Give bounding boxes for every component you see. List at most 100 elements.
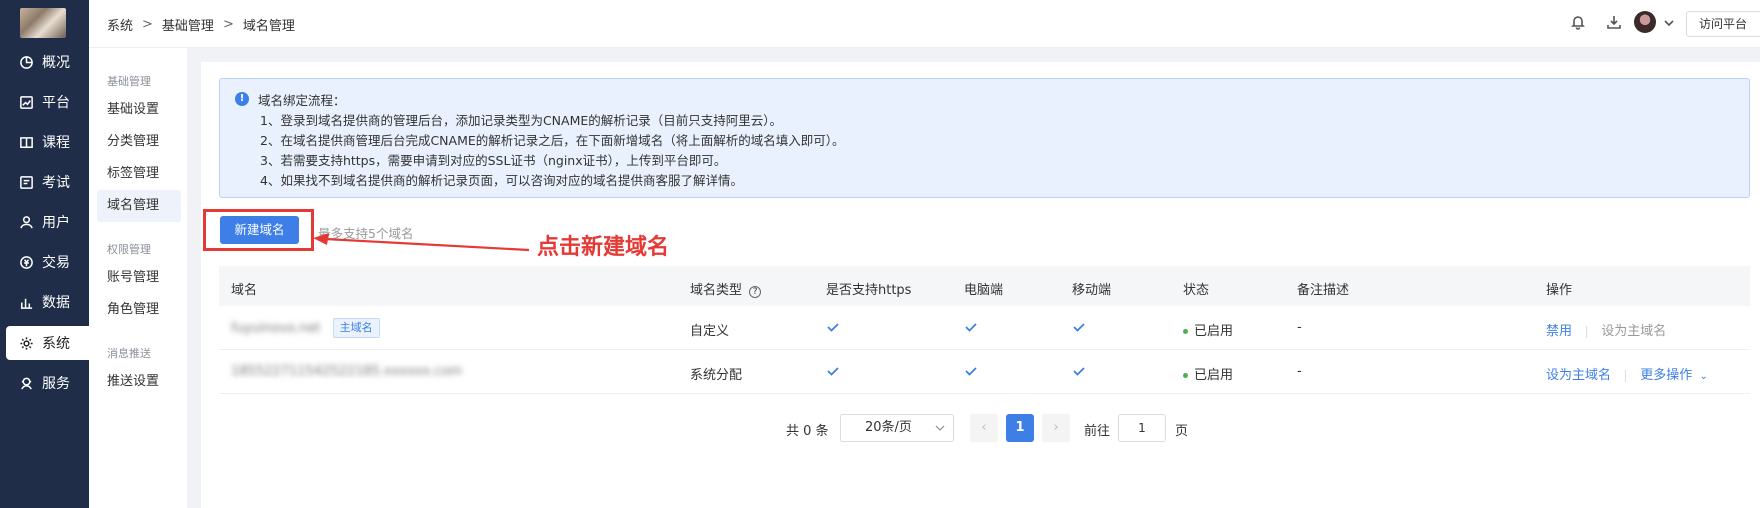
logo[interactable] — [20, 8, 66, 38]
sidebar-item-service[interactable]: 服务 — [0, 366, 89, 400]
goto-label: 前往 — [1084, 424, 1111, 439]
platform-icon — [18, 94, 34, 110]
set-primary-link[interactable]: 设为主域名 — [1546, 368, 1611, 383]
avatar[interactable] — [1634, 11, 1656, 33]
check-icon — [826, 320, 840, 338]
status-cell: 已启用 — [1183, 320, 1233, 339]
domain-type: 系统分配 — [690, 368, 743, 383]
domain-type: 自定义 — [690, 324, 730, 339]
sidebar-item-exam[interactable]: 考试 — [0, 165, 89, 199]
subnav-group-title: 权限管理 — [107, 243, 151, 256]
subnav-group-title: 消息推送 — [107, 347, 151, 360]
chevron-right-icon: > — [142, 17, 153, 32]
course-icon — [18, 134, 34, 150]
table-row: 185522711542522185.xxxxxx.com 系统分配 已启用 -… — [219, 350, 1750, 394]
table-header: 域名 域名类型 ? 是否支持https 电脑端 移动端 状态 备注描述 操作 — [219, 266, 1750, 306]
sidebar-item-label: 系统 — [42, 336, 70, 352]
status-text: 已启用 — [1194, 368, 1234, 383]
status-text: 已启用 — [1194, 324, 1234, 339]
goto-page-input[interactable]: 1 — [1118, 414, 1166, 442]
sidebar-item-label: 服务 — [42, 376, 70, 392]
exam-icon — [18, 174, 34, 190]
subnav-item-domain[interactable]: 域名管理 — [97, 190, 181, 222]
remark: - — [1297, 320, 1302, 335]
alert-line: 1、登录到域名提供商的管理后台，添加记录类型为CNAME的解析记录（目前只支持阿… — [260, 113, 783, 128]
sidebar-item-label: 课程 — [42, 135, 70, 151]
column-header: 状态 — [1183, 283, 1210, 298]
page-number-button[interactable]: 1 — [1006, 414, 1034, 442]
subnav-item-push-settings[interactable]: 推送设置 — [97, 366, 181, 398]
gear-icon — [18, 335, 34, 351]
chevron-down-icon[interactable] — [1661, 15, 1679, 33]
primary-domain-badge: 主域名 — [332, 318, 380, 338]
sidebar-item-user[interactable]: 用户 — [0, 205, 89, 239]
sidebar-item-trade[interactable]: 交易 — [0, 245, 89, 279]
breadcrumb: 系统 > 基础管理 > 域名管理 — [107, 15, 295, 34]
main-sidebar: 概况 平台 课程 考试 用户 交易 数据 系统 服务 — [0, 0, 89, 508]
status-dot — [1183, 373, 1188, 378]
domain-name: fuyuinovo.net — [231, 320, 321, 336]
alert-line: 3、若需要支持https，需要申请到对应的SSL证书（nginx证书），上传到平… — [260, 153, 727, 168]
domain-binding-info-alert: ! 域名绑定流程： 1、登录到域名提供商的管理后台，添加记录类型为CNAME的解… — [219, 78, 1750, 198]
page-size-value: 20条/页 — [865, 420, 912, 435]
service-icon — [18, 375, 34, 391]
annotation-arrow — [313, 233, 530, 252]
column-header: 备注描述 — [1297, 283, 1350, 298]
status-cell: 已启用 — [1183, 364, 1233, 383]
new-domain-button[interactable]: 新建域名 — [220, 216, 299, 244]
column-header-label: 域名类型 — [690, 283, 743, 298]
pagination-total: 共 0 条 — [786, 424, 829, 439]
check-icon — [1072, 364, 1086, 382]
column-header: 域名 — [231, 283, 258, 298]
sidebar-item-label: 用户 — [42, 215, 70, 231]
column-header: 移动端 — [1072, 283, 1112, 298]
divider — [1625, 369, 1627, 382]
sidebar-item-label: 概况 — [42, 55, 70, 71]
sidebar-item-course[interactable]: 课程 — [0, 125, 89, 159]
prev-page-button[interactable]: ‹ — [970, 414, 998, 442]
check-icon — [964, 364, 978, 382]
check-icon — [964, 320, 978, 338]
help-icon[interactable]: ? — [749, 286, 762, 298]
table-row: fuyuinovo.net 主域名 自定义 已启用 - 禁用 设为主域名 — [219, 306, 1750, 350]
disable-link[interactable]: 禁用 — [1546, 324, 1572, 339]
sidebar-item-label: 平台 — [42, 95, 70, 111]
user-icon — [18, 214, 34, 230]
domain-cell: 185522711542522185.xxxxxx.com — [231, 364, 462, 379]
sidebar-item-data[interactable]: 数据 — [0, 285, 89, 319]
actions-cell: 设为主域名 更多操作 ⌄ — [1546, 364, 1708, 383]
more-actions-link[interactable]: 更多操作 — [1640, 368, 1692, 383]
trade-icon — [18, 254, 34, 270]
sidebar-item-overview[interactable]: 概况 — [0, 45, 89, 79]
chevron-right-icon: > — [222, 17, 234, 32]
chevron-down-icon[interactable]: ⌄ — [1699, 371, 1707, 382]
domain-name: 185522711542522185.xxxxxx.com — [231, 364, 463, 379]
sidebar-item-platform[interactable]: 平台 — [0, 85, 89, 119]
check-icon — [1072, 320, 1086, 338]
alert-title: 域名绑定流程： — [258, 93, 346, 108]
subnav-item-tags[interactable]: 标签管理 — [97, 158, 181, 190]
column-header: 是否支持https — [826, 283, 912, 298]
breadcrumb-item[interactable]: 系统 — [107, 15, 133, 34]
page-size-select[interactable]: 20条/页 — [840, 414, 954, 442]
subnav-item-category[interactable]: 分类管理 — [97, 126, 181, 158]
next-page-button[interactable]: › — [1042, 414, 1070, 442]
bell-icon[interactable] — [1570, 14, 1588, 32]
sub-sidebar: 基础管理 基础设置 分类管理 标签管理 域名管理 权限管理 账号管理 角色管理 … — [89, 48, 187, 508]
data-icon — [18, 294, 34, 310]
sidebar-item-label: 交易 — [42, 255, 70, 271]
actions-cell: 禁用 设为主域名 — [1546, 320, 1666, 339]
subnav-item-accounts[interactable]: 账号管理 — [97, 262, 181, 294]
domain-cell: fuyuinovo.net 主域名 — [231, 318, 380, 338]
subnav-item-basic-settings[interactable]: 基础设置 — [97, 94, 181, 126]
remark: - — [1297, 364, 1302, 379]
breadcrumb-item[interactable]: 基础管理 — [162, 15, 214, 34]
set-primary-link[interactable]: 设为主域名 — [1601, 324, 1666, 339]
visit-platform-button[interactable]: 访问平台 — [1686, 11, 1760, 37]
subnav-group-title: 基础管理 — [107, 75, 151, 88]
chevron-down-icon — [935, 425, 945, 431]
sidebar-item-label: 数据 — [42, 295, 70, 311]
subnav-item-roles[interactable]: 角色管理 — [97, 294, 181, 326]
sidebar-item-system[interactable]: 系统 — [6, 326, 89, 360]
download-icon[interactable] — [1606, 14, 1624, 32]
